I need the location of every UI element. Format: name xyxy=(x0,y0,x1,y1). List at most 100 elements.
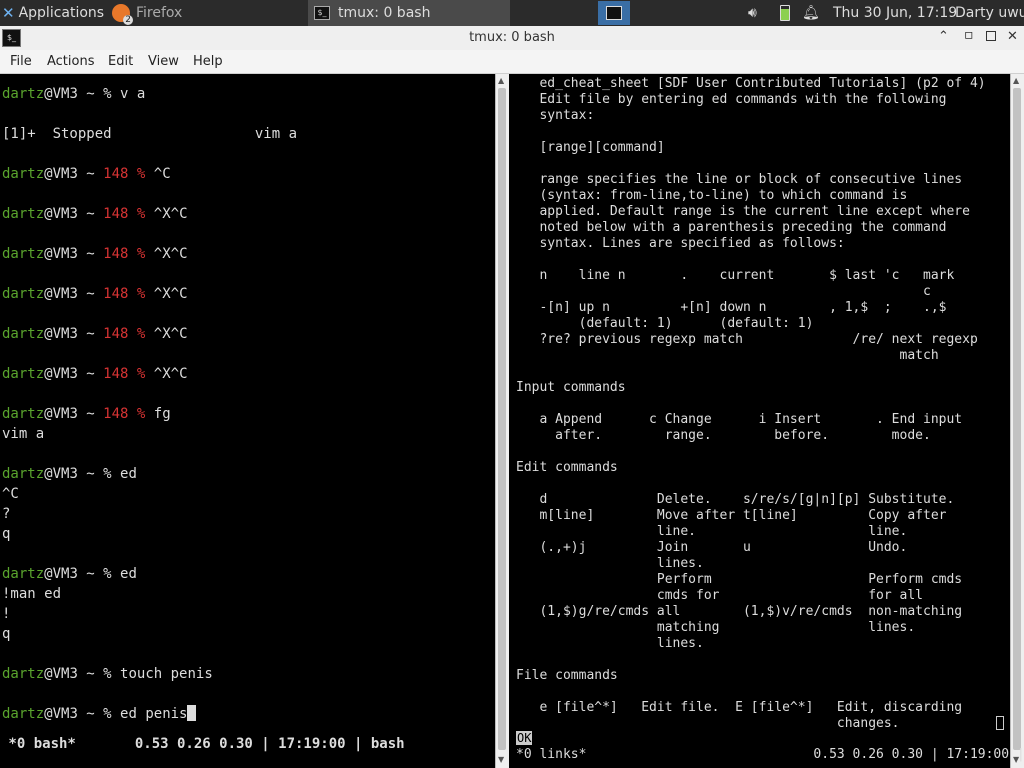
clock[interactable]: Thu 30 Jun, 17:19 xyxy=(833,0,957,26)
terminal-prompt-line: dartz@VM3 ~ % ed xyxy=(2,464,137,484)
user-menu[interactable]: Darty uwu xyxy=(955,0,1024,26)
manpage-line: applied. Default range is the current li… xyxy=(516,204,970,219)
close-x-icon[interactable]: ✕ xyxy=(1007,29,1018,44)
minimize-icon[interactable]: ⌃ xyxy=(938,29,949,44)
manpage-line: Edit commands xyxy=(516,460,618,475)
left-pane-scrollbar[interactable]: ▲ ▼ xyxy=(495,74,509,768)
manpage-line: (1,$)g/re/cmds all (1,$)v/re/cmds non-ma… xyxy=(516,604,963,619)
terminal-prompt-line: dartz@VM3 ~ 148 % ^X^C xyxy=(2,364,188,384)
prompt-user: dartz xyxy=(2,406,45,422)
window-title: tmux: 0 bash xyxy=(469,30,555,45)
terminal-output-line: ! xyxy=(2,604,10,624)
terminal-output-line: q xyxy=(2,524,10,544)
applications-label: Applications xyxy=(18,5,105,21)
prompt-history-number: 148 xyxy=(103,246,129,262)
notification-bell-icon[interactable]: 🔔︎ xyxy=(802,0,820,26)
prompt-history-number: 148 xyxy=(103,286,129,302)
prompt-command: ^X^C xyxy=(153,246,188,262)
right-pane-links[interactable]: ed_cheat_sheet [SDF User Contributed Tut… xyxy=(510,74,1010,768)
prompt-host: @VM3 ~ xyxy=(44,366,95,382)
manpage-line: after. range. before. mode. xyxy=(516,428,931,443)
tmux-status-right: *0 links* 0.53 0.26 0.30 | 17:19:00 | li… xyxy=(516,747,1024,762)
prompt-history-number: 148 xyxy=(103,366,129,382)
manpage-line: (.,+)j Join u Undo. xyxy=(516,540,908,555)
prompt-history-number: 148 xyxy=(103,406,129,422)
manpage-line: -[n] up n +[n] down n , 1,$ ; .,$ xyxy=(516,300,947,315)
manpage-line: (syntax: from-line,to-line) to which com… xyxy=(516,188,908,203)
manpage-line: a Append c Change i Insert . End input xyxy=(516,412,963,427)
prompt-command: ^X^C xyxy=(153,206,188,222)
terminal-prompt-line: dartz@VM3 ~ 148 % ^X^C xyxy=(2,204,188,224)
menu-help[interactable]: Help xyxy=(193,54,223,69)
output-text: q xyxy=(2,526,11,542)
prompt-host: @VM3 ~ xyxy=(44,166,95,182)
taskbar-firefox-label: Firefox xyxy=(136,5,183,21)
manpage-line: noted below with a parenthesis preceding… xyxy=(516,220,947,235)
menu-actions[interactable]: Actions xyxy=(47,54,95,69)
prompt-symbol: % xyxy=(136,166,146,182)
output-text: !man ed xyxy=(2,586,62,602)
scroll-thumb[interactable] xyxy=(498,88,506,750)
prompt-symbol: % xyxy=(103,86,112,102)
prompt-history-number: 148 xyxy=(103,206,129,222)
terminal-output-line: !man ed xyxy=(2,584,61,604)
prompt-host: @VM3 ~ xyxy=(44,566,95,582)
window-titlebar[interactable]: $_ tmux: 0 bash ⌃ ▫ ✕ xyxy=(0,26,1024,51)
scroll-up-icon[interactable]: ▲ xyxy=(1013,76,1019,85)
menu-file[interactable]: File xyxy=(10,54,32,69)
close-icon[interactable] xyxy=(986,31,996,41)
left-pane-bash[interactable]: dartz@VM3 ~ % v a [1]+ Stopped vim a dartz… xyxy=(0,74,495,768)
battery-icon[interactable] xyxy=(780,0,790,26)
maximize-icon[interactable]: ▫ xyxy=(964,27,974,43)
right-pane-scrollbar[interactable]: ▲ ▼ xyxy=(1010,74,1024,768)
terminal-prompt-line: dartz@VM3 ~ 148 % ^X^C xyxy=(2,284,188,304)
output-text: ^C xyxy=(2,486,19,502)
manpage-line: [range][command] xyxy=(516,140,665,155)
prompt-command: ed xyxy=(120,566,137,582)
output-text: ? xyxy=(2,506,11,522)
manpage-line: lines. xyxy=(516,636,704,651)
terminal-output-line: vim a xyxy=(2,424,44,444)
manpage-line: Edit file by entering ed commands with t… xyxy=(516,92,947,107)
prompt-command: ed xyxy=(120,466,137,482)
prompt-symbol: % xyxy=(136,326,146,342)
prompt-history-number: 148 xyxy=(103,166,129,182)
scroll-thumb[interactable] xyxy=(1013,88,1021,750)
prompt-user: dartz xyxy=(2,366,45,382)
terminal-output-line: [1]+ Stopped vim a xyxy=(2,124,297,144)
manpage-line: line. line. xyxy=(516,524,908,539)
workspace-switcher[interactable] xyxy=(598,1,630,25)
menu-view[interactable]: View xyxy=(148,54,179,69)
manpage-line: ?re? previous regexp match /re/ next reg… xyxy=(516,332,978,347)
applications-menu[interactable]: ✕ Applications xyxy=(2,0,104,26)
terminal-output-line: ? xyxy=(2,504,10,524)
terminal-prompt-line: dartz@VM3 ~ % v a xyxy=(2,84,145,104)
terminal-output-line: q xyxy=(2,624,10,644)
prompt-command: touch penis xyxy=(120,666,213,682)
prompt-user: dartz xyxy=(2,166,45,182)
prompt-user: dartz xyxy=(2,326,45,342)
prompt-command: ^X^C xyxy=(153,366,188,382)
manpage-line: range specifies the line or block of con… xyxy=(516,172,963,187)
taskbar-terminal-label: tmux: 0 bash xyxy=(338,5,431,21)
prompt-command: fg xyxy=(153,406,171,422)
terminal-area[interactable]: dartz@VM3 ~ % v a [1]+ Stopped vim a dartz… xyxy=(0,74,1024,768)
manpage-line: d Delete. s/re/s/[g|n][p] Substitute. xyxy=(516,492,955,507)
links-ok-message: OK xyxy=(516,731,533,745)
prompt-host: @VM3 ~ xyxy=(44,406,95,422)
manpage-line: cmds for for all xyxy=(516,588,923,603)
manpage-line: changes. xyxy=(516,716,900,731)
manpage-line: syntax: xyxy=(516,108,595,123)
scroll-up-icon[interactable]: ▲ xyxy=(498,76,504,85)
taskbar-terminal[interactable]: $_ tmux: 0 bash xyxy=(308,0,510,26)
manpage-line: (default: 1) (default: 1) xyxy=(516,316,814,331)
taskbar-firefox[interactable]: 2 Firefox xyxy=(112,0,182,26)
manpage-line: lines. xyxy=(516,556,704,571)
prompt-symbol: % xyxy=(136,366,146,382)
menu-edit[interactable]: Edit xyxy=(108,54,133,69)
manpage-line: ed_cheat_sheet [SDF User Contributed Tut… xyxy=(516,76,986,91)
top-panel: ✕ Applications 2 Firefox $_ tmux: 0 bash… xyxy=(0,0,1024,26)
volume-icon[interactable]: 🔊︎ xyxy=(748,0,757,26)
manpage-line: match xyxy=(516,348,939,363)
scroll-down-icon[interactable]: ▼ xyxy=(498,755,504,764)
